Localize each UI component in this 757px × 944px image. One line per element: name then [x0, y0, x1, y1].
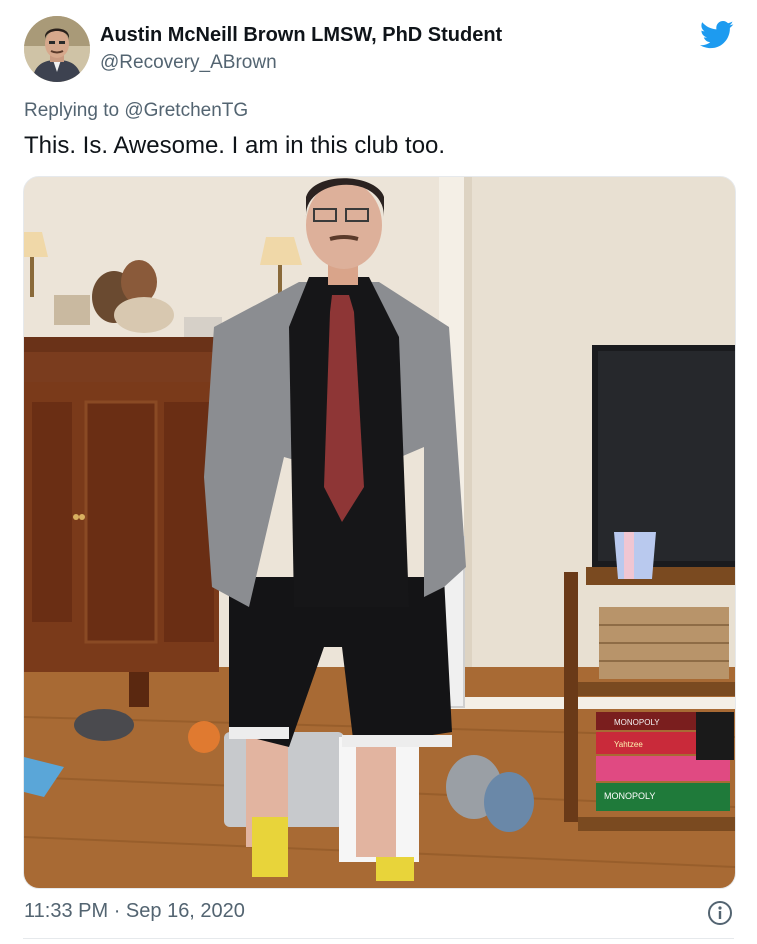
author-avatar[interactable] [24, 16, 90, 82]
tweet-divider [23, 938, 734, 939]
timestamp-separator: · [113, 900, 121, 922]
game-box-second-label: Yahtzee [614, 740, 643, 749]
info-icon[interactable] [707, 900, 733, 926]
tweet-timestamp[interactable]: 11:33 PM · Sep 16, 2020 [24, 900, 245, 923]
game-box-bottom-label: MONOPOLY [604, 791, 655, 801]
replying-to-line: Replying to @GretchenTG [24, 100, 248, 122]
tweet-date: Sep 16, 2020 [125, 900, 245, 922]
avatar-image [24, 16, 90, 82]
replying-to-mention[interactable]: @GretchenTG [124, 100, 248, 121]
replying-prefix: Replying to [24, 100, 120, 121]
tweet-photo[interactable]: MONOPOLY Yahtzee MONOPOLY [23, 176, 736, 889]
twitter-bird-icon[interactable] [700, 20, 734, 50]
tweet-photo-image: MONOPOLY Yahtzee MONOPOLY [24, 177, 735, 888]
tweet-time: 11:33 PM [24, 900, 109, 922]
author-handle[interactable]: @Recovery_ABrown [100, 52, 277, 74]
tweet-text: This. Is. Awesome. I am in this club too… [24, 132, 446, 159]
game-box-top-label: MONOPOLY [614, 718, 660, 727]
author-name[interactable]: Austin McNeill Brown LMSW, PhD Student [100, 24, 502, 47]
